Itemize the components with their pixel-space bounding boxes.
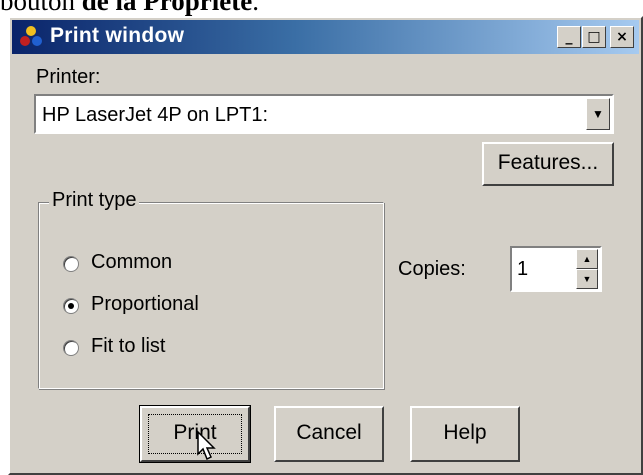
- caption-bold: de la Propriété: [81, 0, 253, 16]
- copies-spinner[interactable]: 1 ▲ ▼: [510, 246, 602, 292]
- window-title: Print window: [50, 24, 185, 47]
- printer-select-value: HP LaserJet 4P on LPT1:: [42, 104, 269, 126]
- maximize-button[interactable]: □: [582, 26, 606, 48]
- help-button[interactable]: Help: [410, 406, 520, 462]
- chevron-down-icon[interactable]: ▼: [586, 98, 610, 130]
- print-type-group: Print type Common Proportional Fit to li…: [38, 189, 384, 389]
- caption-prefix: bouton: [0, 0, 82, 16]
- cancel-button[interactable]: Cancel: [274, 406, 384, 462]
- copies-value: 1: [517, 258, 529, 280]
- minimize-button[interactable]: _: [557, 26, 581, 48]
- spin-up-icon[interactable]: ▲: [576, 249, 598, 269]
- radio-selected-dot: [68, 303, 74, 309]
- copies-label: Copies:: [398, 258, 466, 280]
- radio-common-label: Common: [91, 251, 173, 273]
- spin-down-icon[interactable]: ▼: [576, 269, 598, 289]
- caption-suffix: .: [252, 0, 259, 16]
- print-button[interactable]: Print: [139, 405, 251, 463]
- caption-text: bouton de la Propriété.: [0, 0, 259, 17]
- radio-button[interactable]: [63, 256, 79, 272]
- print-dialog: Print window _ □ × Printer: HP LaserJet …: [8, 16, 643, 475]
- features-button[interactable]: Features...: [482, 142, 614, 186]
- printer-label: Printer:: [36, 66, 101, 88]
- title-bar[interactable]: Print window _ □ ×: [12, 20, 639, 54]
- focus-rect: [148, 414, 242, 454]
- radio-fit-to-list-label: Fit to list: [91, 335, 166, 357]
- radio-button[interactable]: [63, 298, 79, 314]
- app-icon: [20, 26, 42, 46]
- radio-proportional-label: Proportional: [91, 293, 199, 315]
- print-type-legend: Print type: [49, 189, 140, 212]
- printer-select[interactable]: HP LaserJet 4P on LPT1: ▼: [34, 94, 614, 134]
- mouse-cursor-icon: [197, 430, 216, 461]
- radio-button[interactable]: [63, 340, 79, 356]
- close-button[interactable]: ×: [610, 26, 634, 48]
